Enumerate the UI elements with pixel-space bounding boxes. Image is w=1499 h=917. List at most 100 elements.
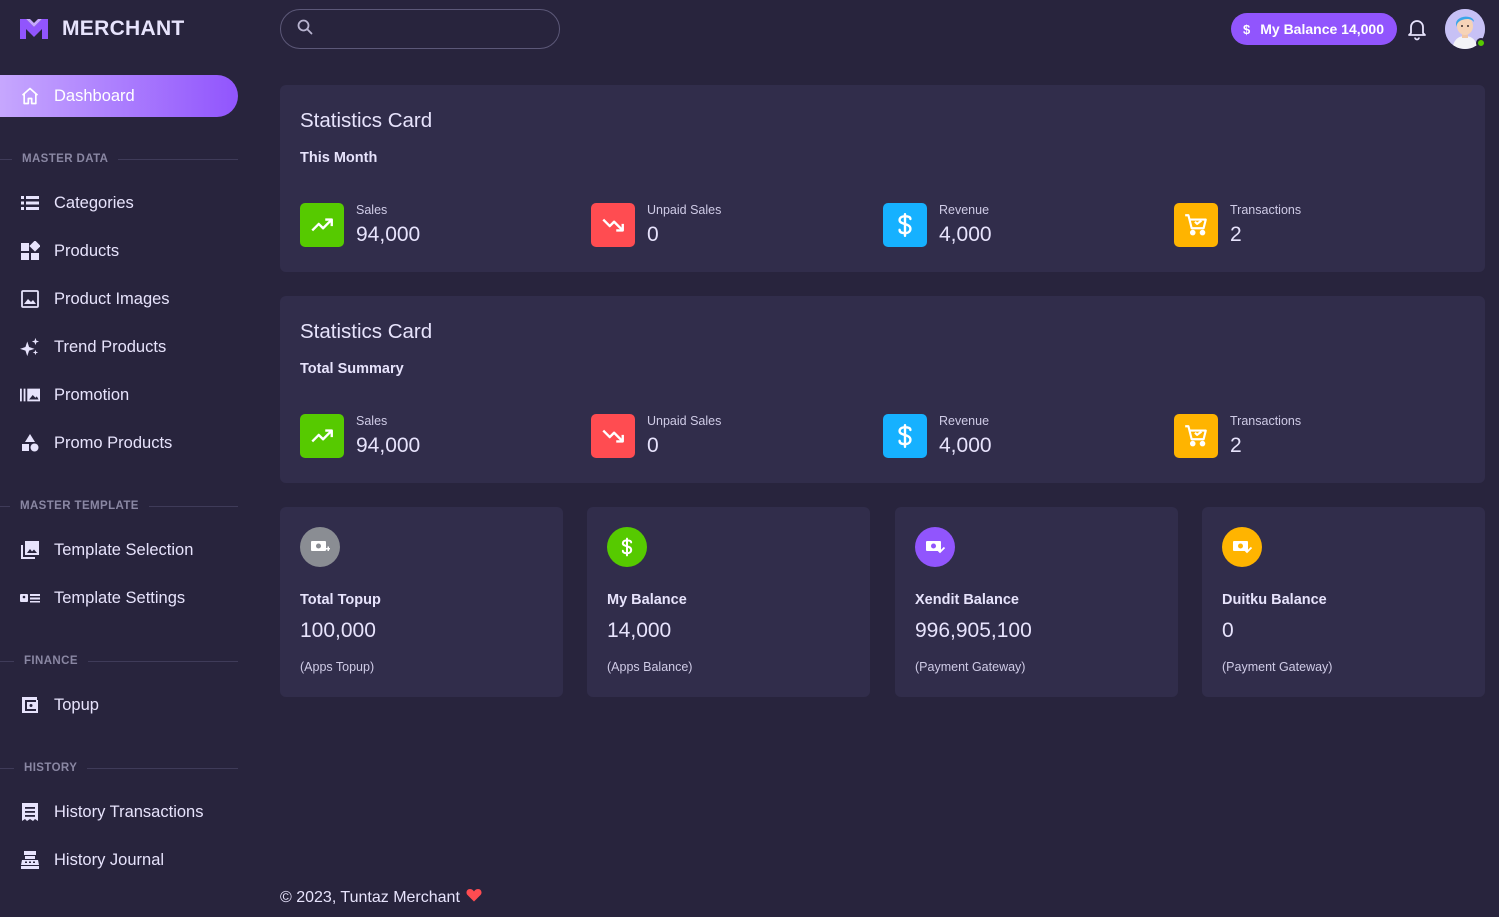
section-master-template: MASTER TEMPLATE	[0, 499, 238, 513]
heart-icon	[466, 888, 482, 907]
stat-label: Revenue	[939, 414, 990, 428]
stat-label: Sales	[356, 414, 388, 428]
card-text-icon	[20, 588, 40, 608]
brand-name: MERCHANT	[62, 17, 185, 40]
sidebar-item-categories[interactable]: Categories	[0, 182, 238, 224]
balance-card-total-topup: Total Topup 100,000 (Apps Topup)	[280, 507, 563, 697]
sidebar-item-template-selection[interactable]: Template Selection	[0, 529, 238, 571]
dollar-icon	[883, 414, 927, 458]
stat-unpaid-sales: Unpaid Sales 0	[591, 414, 721, 458]
stat-label: Sales	[356, 203, 388, 217]
avatar[interactable]	[1445, 9, 1486, 49]
stat-label: Unpaid Sales	[647, 414, 722, 428]
balance-value: 996,905,100	[915, 619, 1032, 642]
cash-check-icon	[915, 527, 955, 567]
sidebar-item-label: History Transactions	[54, 802, 204, 821]
shapes-icon	[20, 433, 40, 453]
gallery-icon	[20, 385, 40, 405]
sidebar-item-label: Dashboard	[54, 86, 135, 105]
stat-value: 0	[647, 434, 659, 457]
stat-value: 2	[1230, 223, 1242, 246]
card-title: Statistics Card	[300, 109, 433, 132]
stat-value: 94,000	[356, 223, 421, 246]
stat-unpaid-sales: Unpaid Sales 0	[591, 203, 721, 247]
image-icon	[20, 289, 40, 309]
balance-note: (Payment Gateway)	[915, 660, 1026, 674]
sidebar-item-label: Promo Products	[54, 433, 173, 452]
trending-down-icon	[591, 203, 635, 247]
card-subtitle: Total Summary	[300, 361, 404, 377]
stat-revenue: Revenue 4,000	[883, 414, 992, 458]
bell-icon[interactable]	[1405, 17, 1429, 46]
sidebar-item-label: Template Selection	[54, 540, 194, 559]
sidebar-item-promotion[interactable]: Promotion	[0, 374, 238, 416]
online-status-dot	[1476, 38, 1486, 48]
statistics-card-total-summary: Statistics Card Total Summary Sales 94,00…	[280, 296, 1485, 483]
stat-revenue: Revenue 4,000	[883, 203, 992, 247]
m-logo-icon	[18, 17, 50, 41]
sidebar-item-label: Promotion	[54, 385, 130, 404]
footer: © 2023, Tuntaz Merchant	[280, 888, 482, 907]
sidebar-item-label: Categories	[54, 193, 134, 212]
sidebar-item-trend-products[interactable]: Trend Products	[0, 326, 238, 368]
balance-note: (Apps Topup)	[300, 660, 375, 674]
search-input[interactable]	[323, 21, 543, 37]
sidebar-item-product-images[interactable]: Product Images	[0, 278, 238, 320]
stat-label: Transactions	[1230, 203, 1302, 217]
wallet-icon	[20, 695, 40, 715]
image-multiple-icon	[20, 540, 40, 560]
sparkle-icon	[20, 337, 40, 357]
stat-value: 2	[1230, 434, 1242, 457]
sidebar-item-topup[interactable]: Topup	[0, 684, 238, 726]
stat-label: Revenue	[939, 203, 990, 217]
search-icon	[297, 19, 313, 40]
stat-label: Transactions	[1230, 414, 1302, 428]
statistics-card-this-month: Statistics Card This Month Sales 94,000 U…	[280, 85, 1485, 272]
my-balance-button[interactable]: $ My Balance 14,000	[1231, 13, 1397, 45]
brand[interactable]: MERCHANT	[18, 14, 185, 44]
balance-card-my-balance: My Balance 14,000 (Apps Balance)	[587, 507, 870, 697]
sidebar-item-label: Product Images	[54, 289, 170, 308]
sidebar-item-label: Trend Products	[54, 337, 167, 356]
balance-value: 0	[1222, 619, 1234, 642]
balance-note: (Payment Gateway)	[1222, 660, 1333, 674]
sidebar-item-dashboard[interactable]: Dashboard	[0, 75, 238, 117]
stat-sales: Sales 94,000	[300, 414, 420, 458]
search-box[interactable]	[280, 9, 560, 49]
balance-title: Duitku Balance	[1222, 592, 1327, 608]
sidebar-item-history-transactions[interactable]: History Transactions	[0, 791, 238, 833]
sidebar-item-label: Topup	[54, 695, 99, 714]
balance-card-duitku: Duitku Balance 0 (Payment Gateway)	[1202, 507, 1485, 697]
stat-transactions: Transactions 2	[1174, 203, 1301, 247]
sidebar-item-products[interactable]: Products	[0, 230, 238, 272]
section-finance: FINANCE	[0, 654, 238, 668]
card-title: Statistics Card	[300, 320, 433, 343]
card-subtitle: This Month	[300, 150, 378, 166]
sidebar-item-template-settings[interactable]: Template Settings	[0, 577, 238, 619]
balance-title: Xendit Balance	[915, 592, 1019, 608]
footer-text: © 2023, Tuntaz Merchant	[280, 888, 460, 906]
dollar-icon	[883, 203, 927, 247]
stat-value: 4,000	[939, 434, 992, 457]
stat-label: Unpaid Sales	[647, 203, 722, 217]
stat-value: 0	[647, 223, 659, 246]
sidebar: MERCHANT Dashboard MASTER DATA Categorie…	[0, 0, 250, 917]
cash-check-icon	[1222, 527, 1262, 567]
cash-plus-icon	[300, 527, 340, 567]
sidebar-item-history-journal[interactable]: History Journal	[0, 839, 238, 881]
cart-icon	[1174, 414, 1218, 458]
section-history: HISTORY	[0, 761, 238, 775]
cash-register-icon	[20, 850, 40, 870]
balance-note: (Apps Balance)	[607, 660, 693, 674]
sidebar-item-promo-products[interactable]: Promo Products	[0, 422, 238, 464]
stat-transactions: Transactions 2	[1174, 414, 1301, 458]
stat-value: 94,000	[356, 434, 421, 457]
trending-up-icon	[300, 414, 344, 458]
section-master-data: MASTER DATA	[0, 152, 238, 166]
dollar-icon: $	[1243, 21, 1251, 37]
stat-sales: Sales 94,000	[300, 203, 420, 247]
trending-up-icon	[300, 203, 344, 247]
my-balance-label: My Balance 14,000	[1260, 21, 1384, 37]
home-icon	[20, 86, 40, 106]
sidebar-item-label: Products	[54, 241, 120, 260]
